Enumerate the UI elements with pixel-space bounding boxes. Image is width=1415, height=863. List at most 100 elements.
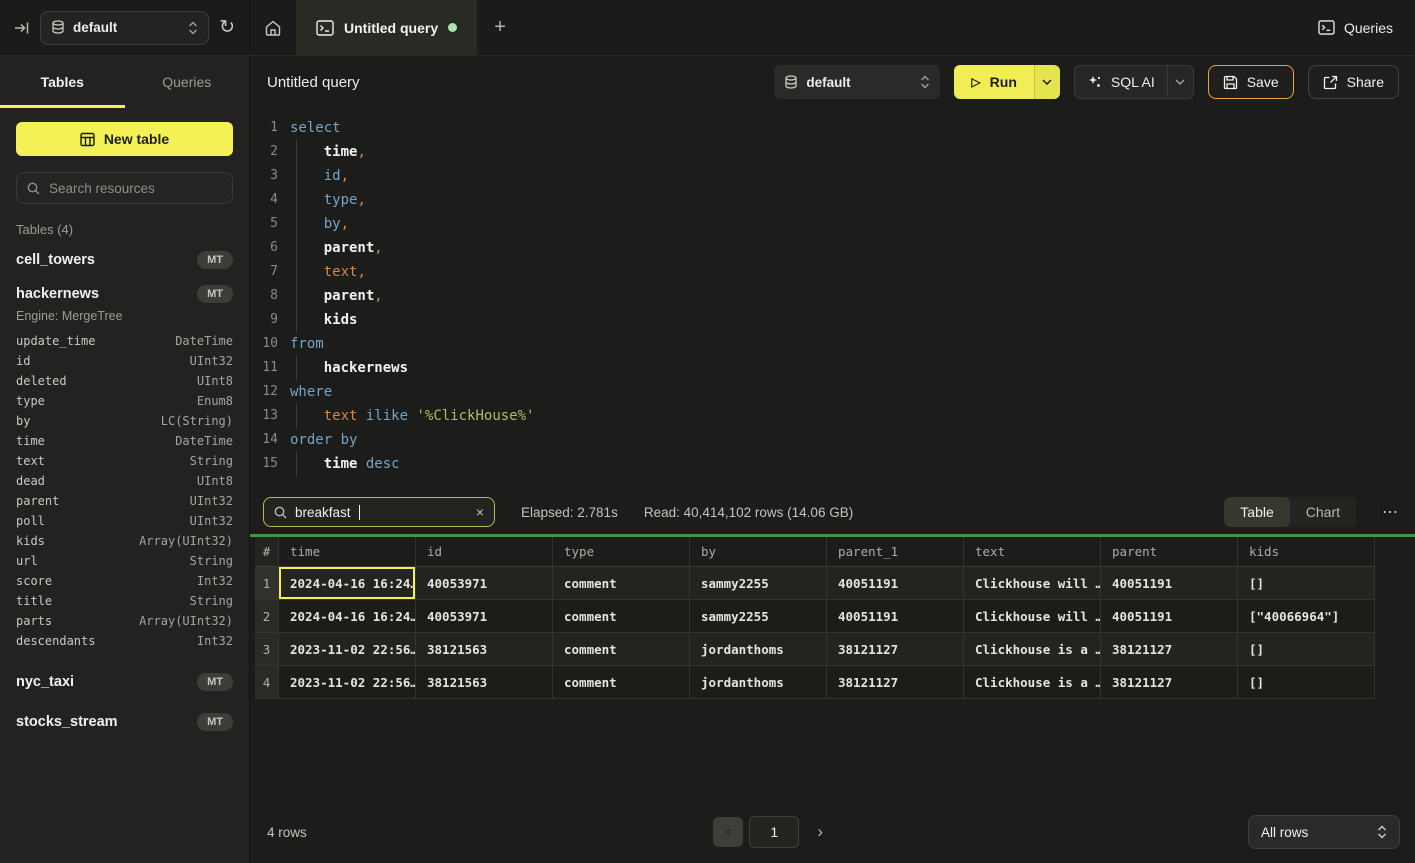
sql-editor[interactable]: 1select2 time,3 id,4 type,5 by,6 parent,… — [250, 108, 1415, 490]
table-cell[interactable]: 40053971 — [416, 567, 553, 600]
table-row[interactable]: 32023-11-02 22:56…38121563commentjordant… — [255, 633, 1375, 666]
clear-search-button[interactable]: × — [476, 504, 484, 520]
table-cell[interactable]: 40051191 — [1101, 600, 1238, 633]
column-header[interactable]: time — [279, 537, 416, 567]
page-size-select[interactable]: All rows — [1248, 815, 1400, 849]
results-search-input[interactable]: breakfast × — [263, 497, 495, 527]
row-number-cell[interactable]: 1 — [255, 567, 279, 600]
sidebar-item-hackernews[interactable]: hackernews MT — [0, 277, 249, 311]
editor-line[interactable]: 10from — [250, 332, 1415, 356]
tab-bar: Untitled query + — [250, 0, 523, 55]
refresh-button[interactable]: ↻ — [219, 18, 235, 37]
editor-line[interactable]: 9 kids — [250, 308, 1415, 332]
sidebar-item-cell-towers[interactable]: cell_towers MT — [0, 243, 249, 277]
sql-ai-button[interactable]: SQL AI — [1075, 66, 1167, 98]
run-button[interactable]: ▷ Run — [954, 65, 1033, 99]
table-row[interactable]: 12024-04-16 16:24…40053971commentsammy22… — [255, 567, 1375, 600]
topbar-database-select[interactable]: default — [40, 11, 209, 45]
view-toggle: Table Chart — [1224, 497, 1356, 527]
collapse-sidebar-button[interactable] — [14, 20, 30, 36]
table-cell[interactable]: 40051191 — [827, 600, 964, 633]
table-cell[interactable]: [] — [1238, 567, 1375, 600]
table-cell[interactable]: Clickhouse is a … — [964, 633, 1101, 666]
table-cell[interactable]: 2024-04-16 16:24… — [279, 567, 416, 600]
table-cell[interactable]: 40051191 — [827, 567, 964, 600]
table-cell[interactable]: comment — [553, 567, 690, 600]
table-cell[interactable]: 40051191 — [1101, 567, 1238, 600]
new-tab-button[interactable]: + — [477, 0, 523, 55]
editor-line[interactable]: 2 time, — [250, 140, 1415, 164]
table-cell[interactable]: Clickhouse is a … — [964, 666, 1101, 699]
table-cell[interactable]: 38121127 — [827, 633, 964, 666]
column-header[interactable]: type — [553, 537, 690, 567]
column-name: title — [16, 591, 52, 611]
column-header[interactable]: id — [416, 537, 553, 567]
table-cell[interactable]: 40053971 — [416, 600, 553, 633]
editor-line[interactable]: 7 text, — [250, 260, 1415, 284]
table-cell[interactable]: sammy2255 — [690, 600, 827, 633]
table-cell[interactable]: 38121563 — [416, 633, 553, 666]
table-cell[interactable]: 2023-11-02 22:56… — [279, 666, 416, 699]
new-table-button[interactable]: New table — [16, 122, 233, 156]
table-cell[interactable]: 38121127 — [827, 666, 964, 699]
tab-untitled-query[interactable]: Untitled query — [296, 0, 477, 55]
sidebar-tab-tables[interactable]: Tables — [0, 56, 125, 108]
page-number[interactable]: 1 — [749, 816, 799, 848]
editor-line[interactable]: 11 hackernews — [250, 356, 1415, 380]
row-number-cell[interactable]: 4 — [255, 666, 279, 699]
run-options-button[interactable] — [1034, 65, 1060, 99]
table-cell[interactable]: 38121563 — [416, 666, 553, 699]
table-cell[interactable]: 2024-04-16 16:24… — [279, 600, 416, 633]
editor-line[interactable]: 1select — [250, 116, 1415, 140]
table-cell[interactable]: Clickhouse will … — [964, 567, 1101, 600]
column-header[interactable]: parent — [1101, 537, 1238, 567]
editor-line[interactable]: 3 id, — [250, 164, 1415, 188]
table-cell[interactable]: [] — [1238, 666, 1375, 699]
column-header[interactable]: # — [255, 537, 279, 567]
table-row[interactable]: 22024-04-16 16:24…40053971commentsammy22… — [255, 600, 1375, 633]
prev-page-button[interactable]: ‹ — [713, 817, 743, 847]
save-button[interactable]: Save — [1208, 65, 1294, 99]
view-table-button[interactable]: Table — [1224, 497, 1289, 527]
table-cell[interactable]: 38121127 — [1101, 633, 1238, 666]
row-number-cell[interactable]: 2 — [255, 600, 279, 633]
table-cell[interactable]: 38121127 — [1101, 666, 1238, 699]
editor-line[interactable]: 14order by — [250, 428, 1415, 452]
home-button[interactable] — [250, 0, 296, 55]
next-page-button[interactable]: › — [805, 817, 835, 847]
queries-button[interactable]: Queries — [1318, 0, 1393, 55]
column-header[interactable]: text — [964, 537, 1101, 567]
table-row[interactable]: 42023-11-02 22:56…38121563commentjordant… — [255, 666, 1375, 699]
row-number-cell[interactable]: 3 — [255, 633, 279, 666]
more-options-button[interactable]: ⋯ — [1382, 502, 1399, 522]
sql-ai-options-button[interactable] — [1167, 66, 1193, 98]
header-database-select[interactable]: default — [774, 65, 940, 99]
table-cell[interactable]: jordanthoms — [690, 666, 827, 699]
editor-line[interactable]: 12where — [250, 380, 1415, 404]
editor-line[interactable]: 8 parent, — [250, 284, 1415, 308]
table-cell[interactable]: sammy2255 — [690, 567, 827, 600]
table-cell[interactable]: comment — [553, 633, 690, 666]
share-button[interactable]: Share — [1308, 65, 1399, 99]
column-header[interactable]: parent_1 — [827, 537, 964, 567]
table-cell[interactable]: [] — [1238, 633, 1375, 666]
sidebar-item-stocks-stream[interactable]: stocks_stream MT — [0, 705, 249, 739]
editor-line[interactable]: 4 type, — [250, 188, 1415, 212]
sidebar-tab-queries[interactable]: Queries — [125, 56, 250, 108]
editor-line[interactable]: 13 text ilike '%ClickHouse%' — [250, 404, 1415, 428]
column-header[interactable]: by — [690, 537, 827, 567]
sidebar-item-nyc-taxi[interactable]: nyc_taxi MT — [0, 665, 249, 699]
table-cell[interactable]: comment — [553, 600, 690, 633]
code-text: kids — [290, 308, 357, 332]
table-cell[interactable]: jordanthoms — [690, 633, 827, 666]
editor-line[interactable]: 5 by, — [250, 212, 1415, 236]
sidebar-search-input[interactable]: Search resources — [16, 172, 233, 204]
editor-line[interactable]: 6 parent, — [250, 236, 1415, 260]
view-chart-button[interactable]: Chart — [1290, 497, 1356, 527]
column-header[interactable]: kids — [1238, 537, 1375, 567]
table-cell[interactable]: 2023-11-02 22:56… — [279, 633, 416, 666]
table-cell[interactable]: comment — [553, 666, 690, 699]
table-cell[interactable]: ["40066964"] — [1238, 600, 1375, 633]
table-cell[interactable]: Clickhouse will … — [964, 600, 1101, 633]
editor-line[interactable]: 15 time desc — [250, 452, 1415, 476]
